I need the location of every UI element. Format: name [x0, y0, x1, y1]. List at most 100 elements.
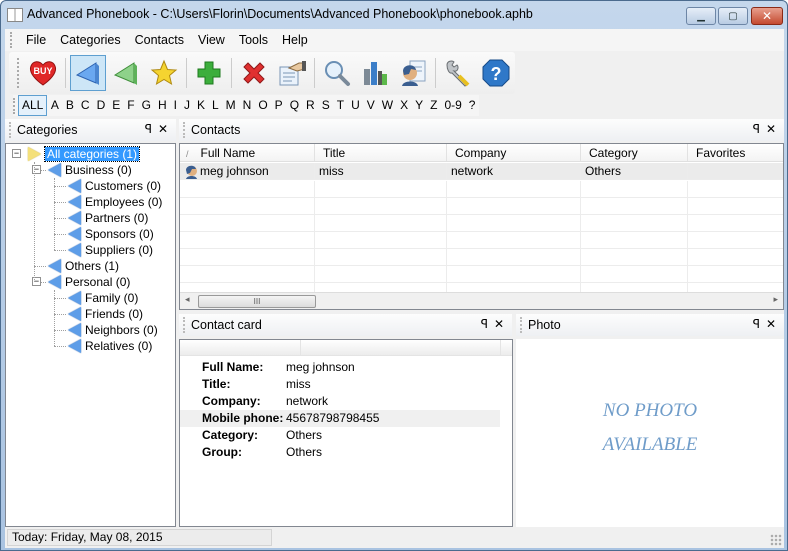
contacts-panel-title: Contacts — [191, 123, 241, 137]
column-header-title[interactable]: Title — [315, 144, 447, 161]
alphabet-filter-m[interactable]: M — [222, 96, 239, 115]
collapse-toggle-icon[interactable]: − — [12, 149, 21, 158]
cell-company: network — [447, 163, 581, 179]
field-label: Full Name: — [202, 360, 264, 374]
search-button[interactable] — [319, 55, 355, 91]
toolbar-separator — [65, 58, 66, 88]
alphabet-filter-all[interactable]: ALL — [18, 95, 48, 116]
alphabet-filter-h[interactable]: H — [154, 96, 170, 115]
pin-icon[interactable]: ꟼ — [753, 122, 760, 136]
pin-icon[interactable]: ꟼ — [145, 122, 152, 136]
close-panel-icon[interactable]: ✕ — [494, 317, 504, 331]
menu-grip[interactable] — [10, 32, 12, 48]
alphabet-filter-d[interactable]: D — [93, 96, 109, 115]
alphabet-filter-z[interactable]: Z — [427, 96, 441, 115]
menu-contacts[interactable]: Contacts — [128, 29, 191, 51]
alphabet-filter-j[interactable]: J — [180, 96, 193, 115]
alphabet-filter-0-9[interactable]: 0-9 — [441, 96, 465, 115]
toolbar-separator — [231, 58, 232, 88]
menu-view[interactable]: View — [191, 29, 232, 51]
column-header-company[interactable]: Company — [447, 144, 581, 161]
alphabet-filter-r[interactable]: R — [303, 96, 319, 115]
alphabet-filter-f[interactable]: F — [124, 96, 138, 115]
panel-grip[interactable] — [183, 317, 185, 333]
buy-button[interactable]: BUY — [25, 55, 61, 91]
alphabet-filter-n[interactable]: N — [239, 96, 255, 115]
tree-node[interactable]: Neighbors (0) — [68, 322, 158, 338]
green-triangle-button[interactable] — [108, 55, 144, 91]
blue-triangle-icon — [75, 62, 99, 85]
close-button[interactable]: ✕ — [751, 7, 783, 25]
tree-node[interactable]: Others (1) — [48, 258, 119, 274]
pin-icon[interactable]: ꟼ — [753, 317, 760, 331]
alphabet-filter-w[interactable]: W — [378, 96, 396, 115]
alphabet-filter-g[interactable]: G — [138, 96, 154, 115]
menu-tools[interactable]: Tools — [232, 29, 275, 51]
tree-node[interactable]: Family (0) — [68, 290, 138, 306]
panel-grip[interactable] — [520, 317, 522, 333]
scrollbar-thumb[interactable]: III — [198, 295, 316, 308]
add-contact-button[interactable] — [191, 55, 227, 91]
help-button[interactable]: ? — [478, 55, 514, 91]
buy-heart-icon: BUY — [29, 61, 57, 86]
alphabet-filter-other[interactable]: ? — [465, 96, 479, 115]
pin-icon[interactable]: ꟼ — [481, 317, 488, 331]
tree-node[interactable]: All categories (1) — [28, 146, 141, 162]
back-button[interactable] — [70, 55, 106, 91]
alphabet-filter-o[interactable]: O — [255, 96, 271, 115]
menu-help[interactable]: Help — [275, 29, 315, 51]
scroll-left-arrow-icon[interactable]: ◂ — [185, 294, 190, 305]
alphabet-filter-s[interactable]: S — [318, 96, 333, 115]
contact-card-button[interactable] — [395, 55, 431, 91]
close-panel-icon[interactable]: ✕ — [158, 122, 168, 136]
tree-node-label: Sponsors (0) — [85, 227, 154, 241]
tree-node[interactable]: Customers (0) — [68, 178, 161, 194]
minimize-button[interactable]: ▁ — [686, 7, 716, 25]
alphabet-filter-k[interactable]: K — [193, 96, 208, 115]
tree-node[interactable]: Personal (0) — [48, 274, 130, 290]
panel-grip[interactable] — [9, 122, 11, 138]
column-header-favorites[interactable]: Favorites — [688, 144, 783, 161]
alphabet-filter-p[interactable]: P — [271, 96, 286, 115]
tree-node[interactable]: Suppliers (0) — [68, 242, 153, 258]
close-panel-icon[interactable]: ✕ — [766, 122, 776, 136]
alphabet-filter-c[interactable]: C — [77, 96, 93, 115]
scroll-right-arrow-icon[interactable]: ▸ — [773, 294, 778, 305]
alphabet-filter-q[interactable]: Q — [286, 96, 302, 115]
alphabet-filter-x[interactable]: X — [397, 96, 412, 115]
tree-node[interactable]: Relatives (0) — [68, 338, 152, 354]
delete-contact-button[interactable] — [236, 55, 272, 91]
alphabet-filter-u[interactable]: U — [348, 96, 364, 115]
panel-grip[interactable] — [183, 122, 185, 138]
alphabet-filter-y[interactable]: Y — [412, 96, 427, 115]
tree-node-label: Others (1) — [65, 259, 120, 273]
alphabet-filter-t[interactable]: T — [333, 96, 347, 115]
alphabet-filter-v[interactable]: V — [363, 96, 378, 115]
tree-node[interactable]: Employees (0) — [68, 194, 162, 210]
alphabet-filter-i[interactable]: I — [170, 96, 180, 115]
tree-node[interactable]: Sponsors (0) — [68, 226, 154, 242]
column-header-full-name[interactable]: / Full Name — [180, 144, 315, 161]
column-header-category[interactable]: Category — [581, 144, 688, 161]
close-panel-icon[interactable]: ✕ — [766, 317, 776, 331]
resize-grip[interactable] — [770, 534, 782, 546]
tree-node[interactable]: Partners (0) — [68, 210, 148, 226]
horizontal-scrollbar[interactable]: ◂ III ▸ — [180, 292, 783, 309]
tree-node[interactable]: Friends (0) — [68, 306, 143, 322]
alphabet-filter-e[interactable]: E — [109, 96, 124, 115]
alphabet-filter-a[interactable]: A — [47, 96, 62, 115]
alphabet-bar-grip[interactable] — [13, 97, 15, 114]
alphabet-filter-b[interactable]: B — [62, 96, 77, 115]
settings-button[interactable] — [440, 55, 476, 91]
edit-contact-button[interactable] — [274, 55, 310, 91]
contacts-grid: / Full Name Title Company Category Favori… — [179, 143, 784, 310]
menu-categories[interactable]: Categories — [53, 29, 127, 51]
favorites-button[interactable] — [146, 55, 182, 91]
table-row[interactable]: meg johnson miss network Others — [180, 163, 783, 180]
alphabet-filter-l[interactable]: L — [208, 96, 222, 115]
maximize-button[interactable]: ▢ — [718, 7, 748, 25]
toolbar-grip[interactable] — [17, 58, 20, 88]
menu-file[interactable]: File — [19, 29, 53, 51]
statistics-button[interactable] — [357, 55, 393, 91]
tree-node[interactable]: Business (0) — [48, 162, 132, 178]
